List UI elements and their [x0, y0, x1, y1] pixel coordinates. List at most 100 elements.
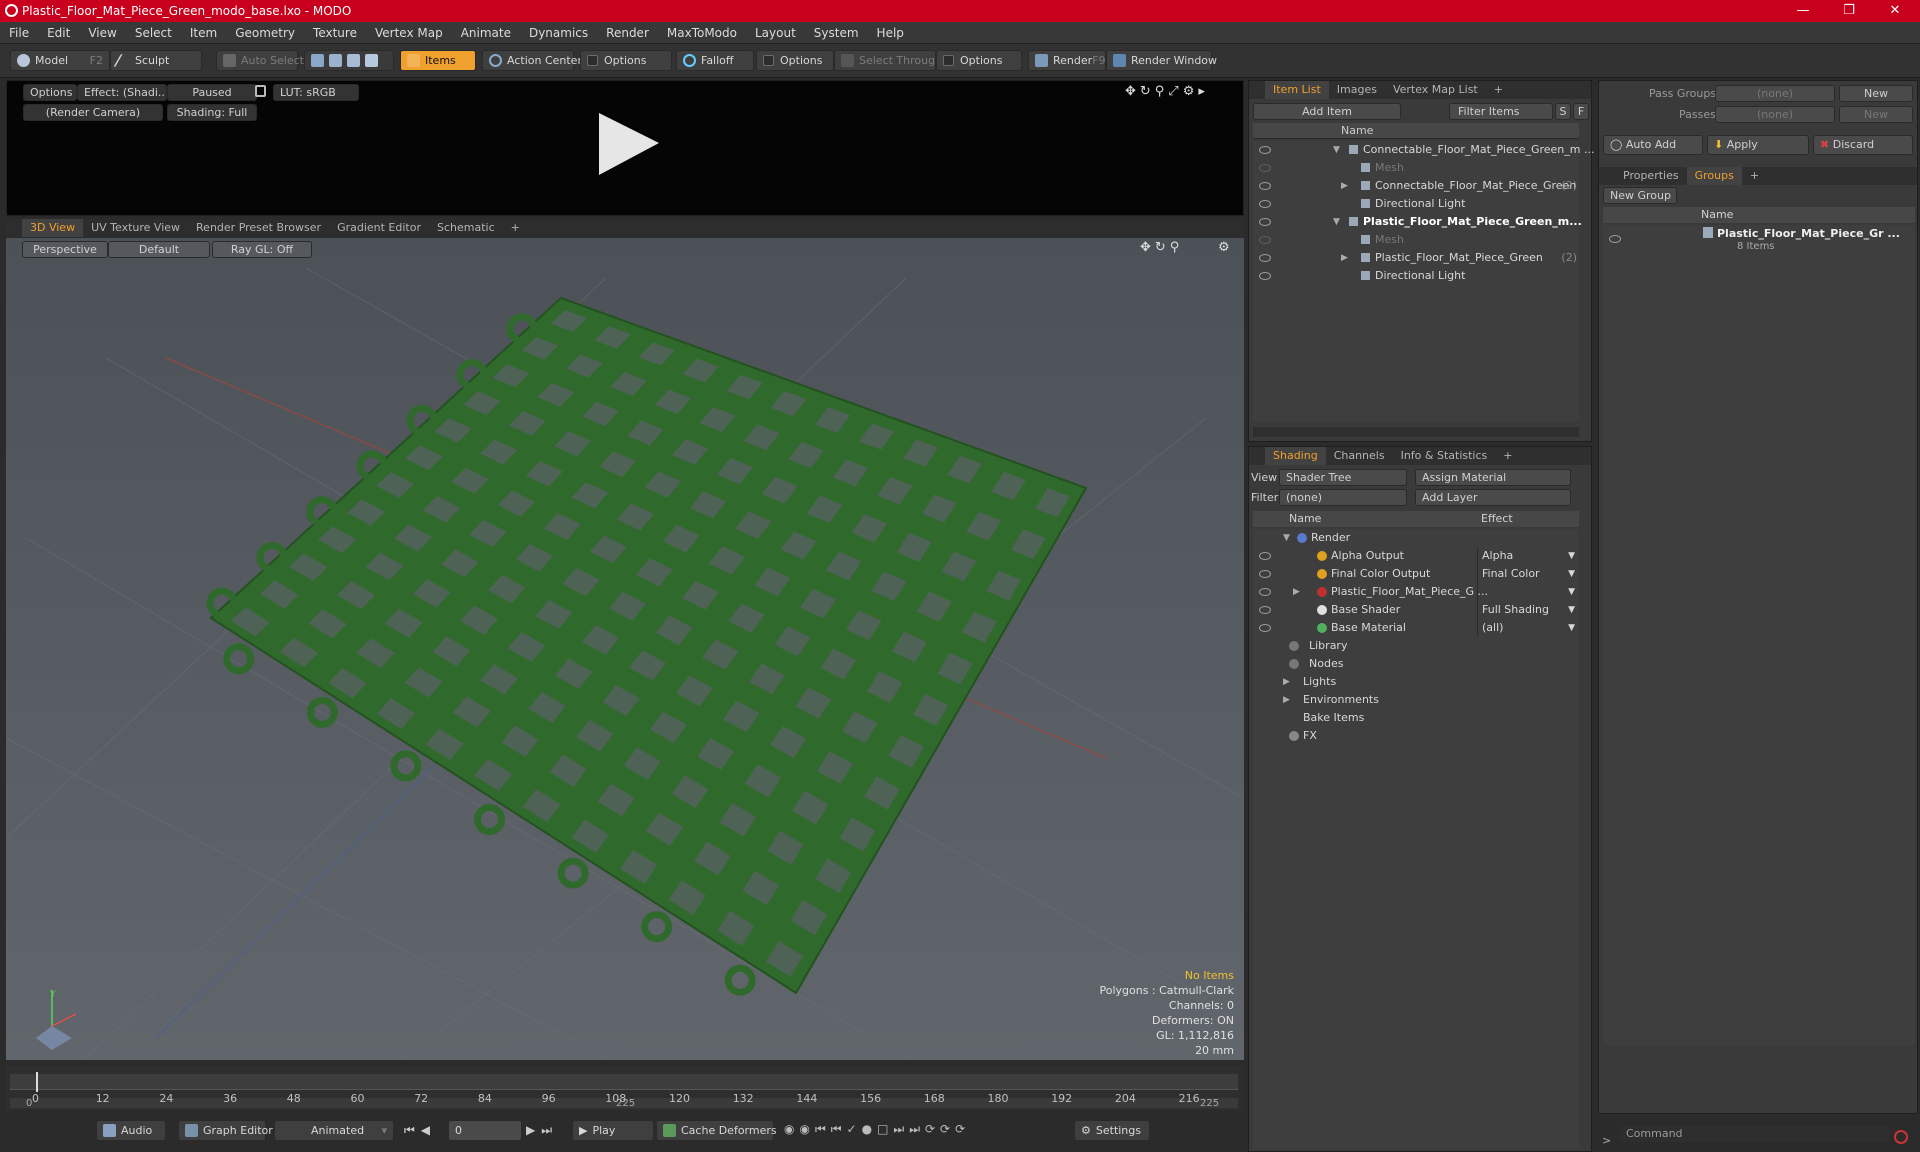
cache-deformers-button[interactable]: Cache Deformers — [656, 1120, 777, 1141]
play-button[interactable]: ▶ Play — [572, 1120, 654, 1141]
menu-help[interactable]: Help — [868, 26, 913, 40]
render-button[interactable]: Render F9 — [1028, 50, 1106, 71]
tab-vertex-map-list[interactable]: Vertex Map List — [1385, 81, 1486, 99]
auto-select-button[interactable]: Auto Select — [216, 50, 304, 71]
visibility-eye-icon[interactable] — [1259, 200, 1271, 208]
item-list-row[interactable]: Directional Light — [1253, 195, 1579, 213]
command-input[interactable]: Command — [1619, 1125, 1891, 1143]
shader-tree-row[interactable]: Final Color Output Final Color ▼ — [1253, 565, 1579, 583]
falloff-button[interactable]: Falloff — [676, 50, 754, 71]
command-expand-icon[interactable]: > — [1602, 1134, 1611, 1147]
view-dropdown[interactable]: Shader Tree — [1279, 469, 1407, 486]
menu-animate[interactable]: Animate — [452, 26, 520, 40]
effect-dropdown-arrow-icon[interactable]: ▼ — [1568, 583, 1575, 601]
menu-item[interactable]: Item — [181, 26, 226, 40]
menu-edit[interactable]: Edit — [38, 26, 79, 40]
shader-tree-row[interactable]: Library — [1253, 637, 1579, 655]
visibility-eye-icon[interactable] — [1609, 235, 1621, 243]
restore-button[interactable]: ❐ — [1826, 0, 1872, 22]
filter-dropdown[interactable]: (none) — [1279, 489, 1407, 506]
tab-info-statistics[interactable]: Info & Statistics — [1393, 447, 1496, 465]
tree-expander-icon[interactable]: ▶ — [1341, 249, 1348, 267]
tree-expander-icon[interactable]: ▼ — [1283, 529, 1290, 547]
item-list-row[interactable]: Directional Light — [1253, 267, 1579, 285]
frame-input[interactable]: 0 — [448, 1120, 522, 1141]
menu-geometry[interactable]: Geometry — [226, 26, 304, 40]
falloff-options-button[interactable]: Options — [756, 50, 834, 71]
timeline-playhead[interactable] — [36, 1072, 38, 1092]
assign-material-dropdown[interactable]: Assign Material — [1415, 469, 1571, 486]
effect-dropdown-arrow-icon[interactable]: ▼ — [1568, 547, 1575, 565]
minimize-button[interactable]: — — [1780, 0, 1826, 22]
menu-dynamics[interactable]: Dynamics — [520, 26, 597, 40]
effect-dropdown[interactable]: ▼ — [1477, 583, 1577, 601]
add-item-dropdown[interactable]: Add Item — [1253, 103, 1401, 120]
visibility-eye-icon[interactable] — [1259, 236, 1271, 244]
tab-properties[interactable]: Properties — [1615, 167, 1687, 185]
menu-system[interactable]: System — [805, 26, 868, 40]
menu-select[interactable]: Select — [126, 26, 181, 40]
render-window-button[interactable]: Render Window — [1106, 50, 1217, 71]
filter-s-button[interactable]: S — [1555, 103, 1571, 120]
select-through-options-button[interactable]: Options — [936, 50, 1022, 71]
effect-dropdown-arrow-icon[interactable]: ▼ — [1568, 565, 1575, 583]
tab-channels[interactable]: Channels — [1326, 447, 1393, 465]
visibility-eye-icon[interactable] — [1259, 570, 1271, 578]
effect-value[interactable]: Full Shading — [1482, 603, 1549, 616]
graph-editor-button[interactable]: Graph Editor — [178, 1120, 273, 1141]
command-record-icon[interactable] — [1894, 1130, 1908, 1144]
menu-render[interactable]: Render — [597, 26, 658, 40]
effect-value[interactable]: Alpha — [1482, 549, 1513, 562]
effect-dropdown[interactable]: (all) ▼ — [1477, 619, 1577, 637]
filter-f-button[interactable]: F — [1573, 103, 1589, 120]
effect-dropdown[interactable]: Full Shading ▼ — [1477, 601, 1577, 619]
item-list-row[interactable]: ▼ Plastic_Floor_Mat_Piece_Green_m... — [1253, 213, 1582, 231]
key-controls[interactable]: ◉◉⏮⏮✓●□⏭⏭⟳⟳⟳ — [784, 1122, 970, 1137]
effect-dropdown-arrow-icon[interactable]: ▼ — [1568, 619, 1575, 637]
effect-value[interactable]: (all) — [1482, 621, 1503, 634]
lock-icon[interactable] — [255, 85, 266, 97]
sculpt-mode-button[interactable]: Sculpt — [110, 50, 202, 71]
new-pass-button[interactable]: New — [1839, 106, 1913, 123]
render-camera-dropdown[interactable]: (Render Camera) — [23, 104, 163, 121]
item-list-row[interactable]: Mesh — [1253, 231, 1579, 249]
transport-back-controls[interactable]: ⏮◀ — [404, 1123, 436, 1138]
add-layer-dropdown[interactable]: Add Layer — [1415, 489, 1571, 506]
timeline-ruler[interactable] — [10, 1074, 1238, 1090]
effect-dropdown[interactable]: Effect: (Shadi... — [77, 84, 167, 101]
visibility-eye-icon[interactable] — [1259, 552, 1271, 560]
tab-gradient-editor[interactable]: Gradient Editor — [329, 219, 429, 237]
visibility-eye-icon[interactable] — [1259, 272, 1271, 280]
group-name[interactable]: Plastic_Floor_Mat_Piece_Gr ... — [1717, 227, 1900, 240]
shader-tree[interactable]: ▼ Render Alpha Output Alpha ▼ Final Color Out… — [1253, 529, 1579, 1149]
tab-render-preset-browser[interactable]: Render Preset Browser — [188, 219, 329, 237]
visibility-eye-icon[interactable] — [1259, 254, 1271, 262]
shader-tree-row[interactable]: ▶ Plastic_Floor_Mat_Piece_G ... ▼ — [1253, 583, 1579, 601]
visibility-eye-icon[interactable] — [1259, 182, 1271, 190]
tree-expander-icon[interactable]: ▶ — [1283, 673, 1290, 691]
animated-dropdown[interactable]: Animated ▾ — [274, 1120, 394, 1141]
shader-tree-row[interactable]: Base Shader Full Shading ▼ — [1253, 601, 1579, 619]
visibility-eye-icon[interactable] — [1259, 606, 1271, 614]
item-list-row[interactable]: ▶ Plastic_Floor_Mat_Piece_Green (2) — [1253, 249, 1579, 267]
new-group-button[interactable]: New Group — [1603, 187, 1677, 204]
effect-dropdown-arrow-icon[interactable]: ▼ — [1568, 601, 1575, 619]
preview-options-button[interactable]: Options — [23, 84, 77, 101]
tree-expander-icon[interactable]: ▼ — [1333, 213, 1340, 231]
item-list-row[interactable]: ▼ Connectable_Floor_Mat_Piece_Green_m ... — [1253, 141, 1594, 159]
model-mode-button[interactable]: Model F2 — [10, 50, 110, 71]
3d-viewport[interactable]: Perspective Default Ray GL: Off ✥↻⚲ ⚙ Y … — [6, 238, 1244, 1060]
shader-tree-row[interactable]: Base Material (all) ▼ — [1253, 619, 1579, 637]
filter-items-input[interactable]: Filter Items — [1449, 103, 1553, 120]
tree-expander-icon[interactable]: ▶ — [1283, 691, 1290, 709]
passes-dropdown[interactable]: (none) — [1715, 106, 1835, 123]
edge-mode-icon[interactable] — [329, 54, 342, 67]
menu-maxtomodo[interactable]: MaxToModo — [658, 26, 746, 40]
tree-expander-icon[interactable]: ▶ — [1341, 177, 1348, 195]
tab-shading[interactable]: Shading — [1265, 447, 1326, 465]
auto-add-button[interactable]: ◯ Auto Add — [1603, 135, 1703, 155]
tab-schematic[interactable]: Schematic — [429, 219, 503, 237]
add-tab-button[interactable]: + — [503, 219, 528, 237]
action-center-options-button[interactable]: Options — [580, 50, 672, 71]
add-tab-button[interactable]: + — [1742, 167, 1767, 185]
